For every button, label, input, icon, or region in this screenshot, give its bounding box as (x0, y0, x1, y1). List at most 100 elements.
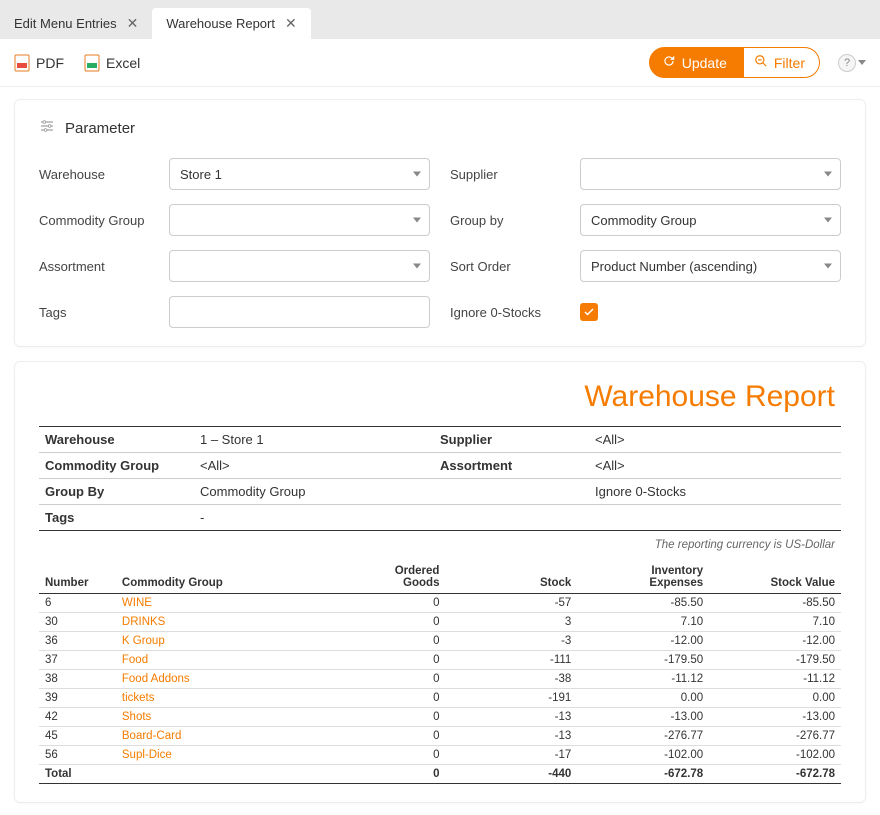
chevron-down-icon (858, 60, 866, 65)
meta-supplier-label: Supplier (434, 427, 589, 452)
cell-number: 38 (39, 670, 116, 689)
cell-commodity-group[interactable]: K Group (116, 632, 314, 651)
tags-input[interactable] (169, 296, 430, 328)
total-stock: -440 (445, 765, 577, 784)
col-stock: Stock (445, 561, 577, 594)
tab-warehouse-report[interactable]: Warehouse Report ✕ (152, 8, 310, 39)
report-title: Warehouse Report (39, 380, 835, 414)
chevron-down-icon (413, 264, 421, 269)
cell-commodity-group[interactable]: Supl-Dice (116, 746, 314, 765)
cell-stock-value: -11.12 (709, 670, 841, 689)
group-by-select[interactable]: Commodity Group (580, 204, 841, 236)
filter-button[interactable]: Filter (744, 47, 820, 78)
cell-stock: -111 (445, 651, 577, 670)
cell-stock: -3 (445, 632, 577, 651)
cell-stock: -191 (445, 689, 577, 708)
cell-stock: -17 (445, 746, 577, 765)
tab-edit-menu-entries[interactable]: Edit Menu Entries ✕ (0, 8, 152, 39)
meta-cg-label: Commodity Group (39, 453, 194, 478)
parameter-title: Parameter (65, 120, 135, 137)
table-row: 36K Group0-3-12.00-12.00 (39, 632, 841, 651)
table-row: 45Board-Card0-13-276.77-276.77 (39, 727, 841, 746)
col-inventory-expenses: InventoryExpenses (577, 561, 709, 594)
chevron-down-icon (413, 218, 421, 223)
cell-stock: -38 (445, 670, 577, 689)
warehouse-value: Store 1 (180, 167, 222, 182)
commodity-group-select[interactable] (169, 204, 430, 236)
meta-assort-label: Assortment (434, 453, 589, 478)
parameter-header: Parameter (39, 118, 841, 138)
tab-label: Warehouse Report (166, 16, 275, 31)
sort-order-select[interactable]: Product Number (ascending) (580, 250, 841, 282)
cell-inventory: -11.12 (577, 670, 709, 689)
cell-ordered: 0 (314, 746, 446, 765)
cell-commodity-group[interactable]: Food Addons (116, 670, 314, 689)
cell-commodity-group[interactable]: Food (116, 651, 314, 670)
group-by-value: Commodity Group (591, 213, 696, 228)
assortment-select[interactable] (169, 250, 430, 282)
cell-stock: -13 (445, 727, 577, 746)
tags-label: Tags (39, 305, 169, 320)
cell-commodity-group[interactable]: WINE (116, 594, 314, 613)
cell-stock-value: -276.77 (709, 727, 841, 746)
cell-stock: -57 (445, 594, 577, 613)
cell-commodity-group[interactable]: tickets (116, 689, 314, 708)
col-number: Number (39, 561, 116, 594)
total-stock-value: -672.78 (709, 765, 841, 784)
cell-number: 39 (39, 689, 116, 708)
meta-cg-value: <All> (194, 453, 434, 478)
ignore-zero-checkbox[interactable] (580, 303, 598, 321)
cell-commodity-group[interactable]: Shots (116, 708, 314, 727)
export-pdf-button[interactable]: PDF (14, 54, 64, 72)
help-button[interactable]: ? (838, 54, 866, 72)
tab-label: Edit Menu Entries (14, 16, 117, 31)
zoom-out-icon (754, 54, 768, 71)
cell-number: 6 (39, 594, 116, 613)
toolbar: PDF Excel Update Filter ? (0, 39, 880, 87)
sort-order-value: Product Number (ascending) (591, 259, 757, 274)
close-icon[interactable]: ✕ (285, 15, 297, 32)
chevron-down-icon (824, 218, 832, 223)
cell-stock-value: -13.00 (709, 708, 841, 727)
cell-stock-value: -179.50 (709, 651, 841, 670)
warehouse-label: Warehouse (39, 167, 169, 182)
filter-label: Filter (774, 55, 805, 71)
export-excel-button[interactable]: Excel (84, 54, 140, 72)
pdf-icon (14, 54, 30, 72)
cell-stock: 3 (445, 613, 577, 632)
cell-inventory: -276.77 (577, 727, 709, 746)
currency-note: The reporting currency is US-Dollar (39, 539, 835, 551)
update-button[interactable]: Update (649, 47, 744, 78)
cell-stock: -13 (445, 708, 577, 727)
supplier-label: Supplier (450, 167, 580, 182)
cell-number: 56 (39, 746, 116, 765)
cell-number: 42 (39, 708, 116, 727)
report-meta-table: Warehouse 1 – Store 1 Supplier <All> Com… (39, 426, 841, 531)
table-row: 42Shots0-13-13.00-13.00 (39, 708, 841, 727)
supplier-select[interactable] (580, 158, 841, 190)
meta-tags-value: - (194, 505, 434, 530)
cell-commodity-group[interactable]: Board-Card (116, 727, 314, 746)
col-ordered-goods: OrderedGoods (314, 561, 446, 594)
total-ordered: 0 (314, 765, 446, 784)
cell-number: 37 (39, 651, 116, 670)
tab-bar: Edit Menu Entries ✕ Warehouse Report ✕ (0, 0, 880, 39)
warehouse-select[interactable]: Store 1 (169, 158, 430, 190)
cell-commodity-group[interactable]: DRINKS (116, 613, 314, 632)
cell-inventory: -102.00 (577, 746, 709, 765)
meta-supplier-value: <All> (589, 427, 829, 452)
table-row: 6WINE0-57-85.50-85.50 (39, 594, 841, 613)
meta-ignore-value: Ignore 0-Stocks (589, 479, 829, 504)
close-icon[interactable]: ✕ (127, 15, 139, 32)
cell-ordered: 0 (314, 651, 446, 670)
excel-icon (84, 54, 100, 72)
total-inventory: -672.78 (577, 765, 709, 784)
meta-tags-label: Tags (39, 505, 194, 530)
cell-inventory: -85.50 (577, 594, 709, 613)
cell-number: 36 (39, 632, 116, 651)
meta-groupby-value: Commodity Group (194, 479, 434, 504)
cell-inventory: 0.00 (577, 689, 709, 708)
meta-warehouse-label: Warehouse (39, 427, 194, 452)
cell-stock-value: -85.50 (709, 594, 841, 613)
update-filter-group: Update Filter (649, 47, 820, 78)
